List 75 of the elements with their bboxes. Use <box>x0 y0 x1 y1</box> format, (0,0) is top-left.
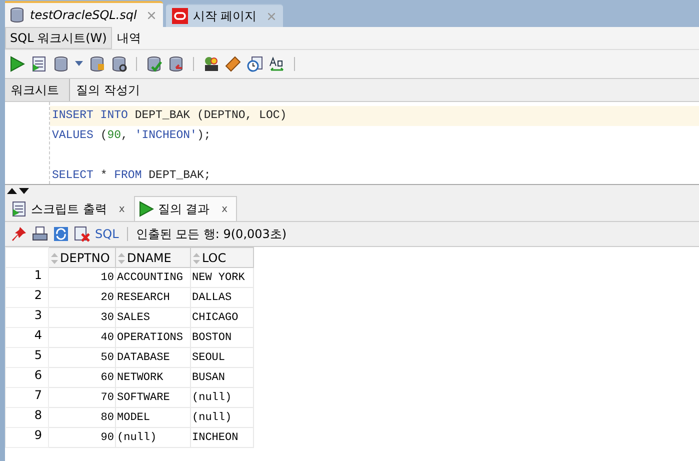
row-number: 5 <box>6 348 48 368</box>
dropdown-arrow-icon[interactable] <box>75 61 83 67</box>
row-number: 7 <box>6 388 48 408</box>
row-number: 6 <box>6 368 48 388</box>
table-cell: SOFTWARE <box>116 388 190 408</box>
code-line: SELECT * FROM DEPT_BAK; <box>52 169 211 182</box>
eraser-icon[interactable] <box>225 56 241 72</box>
script-icon[interactable] <box>31 56 47 72</box>
print-icon[interactable] <box>32 226 48 242</box>
table-cell: (null) <box>116 428 190 448</box>
table-cell: 60 <box>48 368 116 388</box>
table-cell: 50 <box>48 348 116 368</box>
database-icon[interactable] <box>89 56 105 72</box>
code-line: VALUES (90, 'INCHEON'); <box>52 129 211 142</box>
code-line: INSERT INTO DEPT_BAK (DEPTNO, LOC) <box>52 109 287 122</box>
database-icon[interactable] <box>111 56 127 72</box>
table-cell: 80 <box>48 408 116 428</box>
column-header[interactable]: DEPTNO <box>48 248 116 268</box>
sub-tab[interactable]: 내역 <box>112 27 146 49</box>
history-icon[interactable] <box>247 56 263 72</box>
table-cell: NETWORK <box>116 368 190 388</box>
table-cell: 20 <box>48 288 116 308</box>
table-cell: BUSAN <box>190 368 254 388</box>
row-number: 9 <box>6 428 48 448</box>
close-icon[interactable] <box>148 12 155 18</box>
table-cell: (null) <box>190 408 254 428</box>
table-cell: 30 <box>48 308 116 328</box>
table-cell: OPERATIONS <box>116 328 190 348</box>
database-icon <box>9 7 25 23</box>
table-cell: DATABASE <box>116 348 190 368</box>
table-cell: 90 <box>48 428 116 448</box>
row-number: 4 <box>6 328 48 348</box>
table-cell: (null) <box>190 388 254 408</box>
splitter-arrows-icon[interactable] <box>7 186 29 194</box>
row-number: 2 <box>6 288 48 308</box>
result-tab[interactable]: 스크립트 출력 x <box>7 196 134 221</box>
editor-tab[interactable]: 시작 페이지 <box>166 4 283 27</box>
row-number: 3 <box>6 308 48 328</box>
run-icon[interactable] <box>138 201 154 217</box>
column-header[interactable]: DNAME <box>116 248 190 268</box>
refresh-icon[interactable] <box>53 226 69 242</box>
sub-tab[interactable]: SQL 워크시트(W) <box>5 27 112 49</box>
close-icon[interactable]: x <box>222 204 228 214</box>
table-cell: BOSTON <box>190 328 254 348</box>
table-cell: 70 <box>48 388 116 408</box>
run-icon[interactable] <box>9 56 25 72</box>
format-case-icon[interactable] <box>269 56 285 72</box>
pin-icon[interactable] <box>11 226 27 242</box>
database-undo-icon[interactable] <box>168 56 184 72</box>
table-cell: RESEARCH <box>116 288 190 308</box>
table-cell: DALLAS <box>190 288 254 308</box>
table-cell: SALES <box>116 308 190 328</box>
column-header[interactable]: LOC <box>190 248 254 268</box>
table-cell: SEOUL <box>190 348 254 368</box>
row-number: 8 <box>6 408 48 428</box>
oracle-logo-icon <box>172 8 188 24</box>
database-icon[interactable] <box>53 56 69 72</box>
delete-icon[interactable] <box>74 226 90 242</box>
table-cell: 40 <box>48 328 116 348</box>
table-cell: INCHEON <box>190 428 254 448</box>
fetch-status: 인출된 모든 행: 9(0,003초) <box>136 226 287 242</box>
worksheet-tab[interactable]: 워크시트 <box>5 79 70 101</box>
table-cell: ACCOUNTING <box>116 268 190 288</box>
script-icon[interactable] <box>11 201 27 217</box>
editor-tab[interactable]: testOracleSQL.sql <box>5 1 163 27</box>
worksheet-tab[interactable]: 질의 작성기 <box>70 79 150 101</box>
table-cell: NEW YORK <box>190 268 254 288</box>
sql-link[interactable]: SQL <box>95 227 119 241</box>
table-cell: CHICAGO <box>190 308 254 328</box>
table-cell: MODEL <box>116 408 190 428</box>
close-icon[interactable]: x <box>118 204 125 214</box>
row-number: 1 <box>6 268 48 288</box>
result-tab[interactable]: 질의 결과 x <box>134 196 236 221</box>
database-check-icon[interactable] <box>146 56 162 72</box>
table-cell: 10 <box>48 268 116 288</box>
